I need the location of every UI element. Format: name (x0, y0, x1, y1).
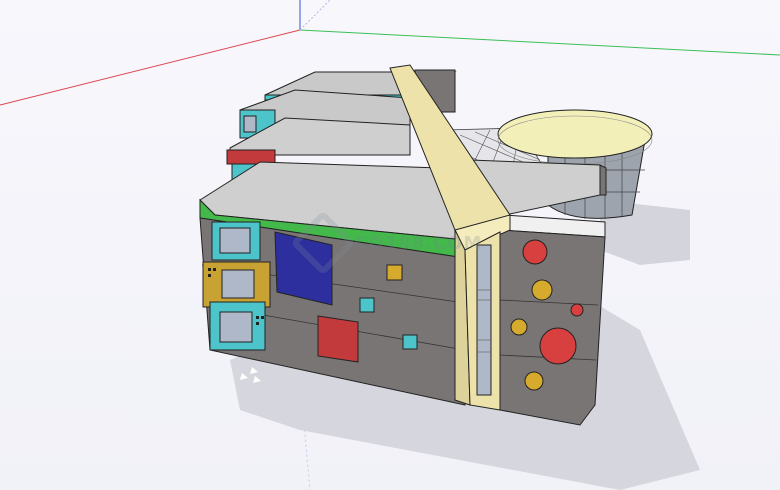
gold-circle-1 (531, 279, 553, 301)
blue-axis-dashed (299, 0, 331, 31)
gold-circle-3 (524, 371, 544, 391)
cyan-square-2 (402, 334, 418, 350)
rotunda-disk-roof (497, 109, 653, 159)
green-axis (299, 29, 780, 56)
rear-terrace-edge (599, 164, 607, 196)
window-2 (221, 269, 255, 299)
red-panel (317, 315, 359, 363)
blue-panel (274, 231, 333, 306)
red-circle-2 (570, 303, 584, 317)
stair-glass (476, 244, 492, 396)
red-axis (0, 29, 301, 106)
red-circle-3 (539, 327, 577, 365)
red-circle-1 (522, 239, 548, 265)
gold-circle-2 (510, 318, 528, 336)
window-1 (219, 227, 251, 254)
window-3 (219, 311, 253, 343)
sketchup-viewport[interactable]: CO188.COM (0, 0, 780, 490)
cyan-square-1 (359, 297, 375, 313)
window-top (243, 115, 257, 133)
model-scene[interactable] (0, 0, 780, 490)
gold-square (386, 264, 403, 281)
